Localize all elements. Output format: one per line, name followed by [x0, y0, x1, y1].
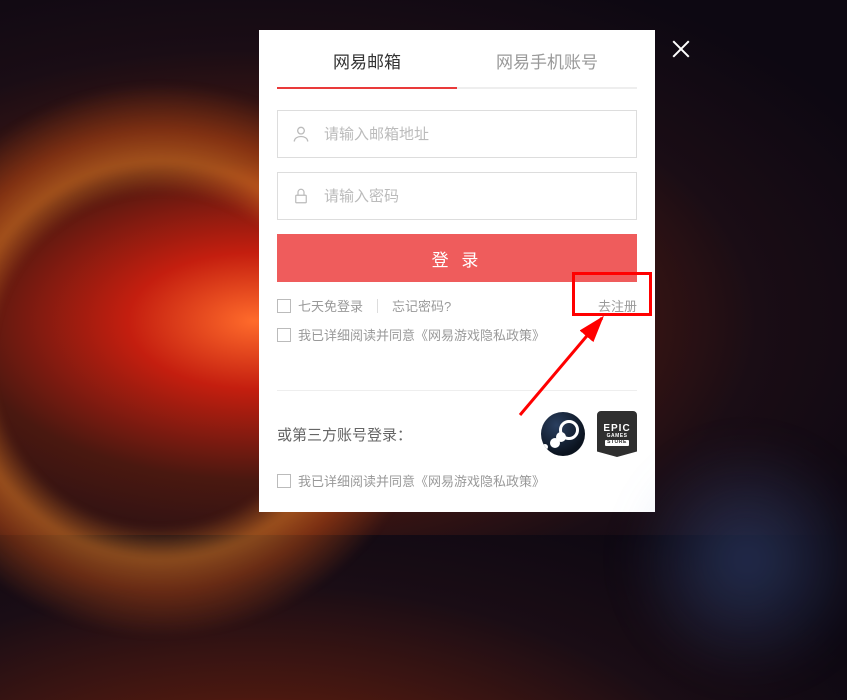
agreement-checkbox-1[interactable] — [277, 328, 291, 342]
privacy-policy-link-2[interactable]: 《网易游戏隐私政策》 — [415, 471, 545, 490]
steam-icon[interactable] — [541, 412, 585, 456]
agreement-row-2: 我已详细阅读并同意 《网易游戏隐私政策》 — [259, 471, 655, 490]
remember-label: 七天免登录 — [298, 296, 363, 315]
privacy-policy-link-1[interactable]: 《网易游戏隐私政策》 — [415, 325, 545, 344]
register-link[interactable]: 去注册 — [598, 296, 637, 315]
password-input[interactable] — [324, 173, 636, 219]
login-button[interactable]: 登 录 — [277, 234, 637, 282]
login-modal: 网易邮箱 网易手机账号 登 录 七天免登录 — [259, 30, 655, 512]
close-icon[interactable] — [668, 36, 694, 62]
login-tabs: 网易邮箱 网易手机账号 — [259, 30, 655, 90]
form-area: 登 录 七天免登录 忘记密码? 去注册 — [259, 90, 655, 325]
epic-line2: GAMES — [607, 434, 628, 440]
user-icon — [278, 124, 324, 144]
tab-email[interactable]: 网易邮箱 — [277, 30, 457, 89]
email-field-wrap — [277, 110, 637, 158]
forgot-password-link[interactable]: 忘记密码? — [392, 296, 451, 315]
remember-checkbox[interactable] — [277, 299, 291, 313]
options-row: 七天免登录 忘记密码? 去注册 — [277, 296, 637, 325]
email-input[interactable] — [324, 111, 636, 157]
epic-line3: STORE — [605, 440, 629, 446]
agreement-prefix-2: 我已详细阅读并同意 — [298, 471, 415, 490]
agreement-checkbox-2[interactable] — [277, 474, 291, 488]
password-field-wrap — [277, 172, 637, 220]
epic-line1: EPIC — [603, 423, 630, 434]
agreement-row-1: 我已详细阅读并同意 《网易游戏隐私政策》 — [259, 325, 655, 344]
separator — [377, 299, 378, 313]
lock-icon — [278, 187, 324, 205]
epic-games-icon[interactable]: EPIC GAMES STORE — [597, 411, 637, 457]
thirdparty-row: 或第三方账号登录： EPIC GAMES STORE — [259, 391, 655, 471]
agreement-prefix-1: 我已详细阅读并同意 — [298, 325, 415, 344]
tab-phone[interactable]: 网易手机账号 — [457, 30, 637, 89]
thirdparty-label: 或第三方账号登录： — [277, 424, 541, 445]
